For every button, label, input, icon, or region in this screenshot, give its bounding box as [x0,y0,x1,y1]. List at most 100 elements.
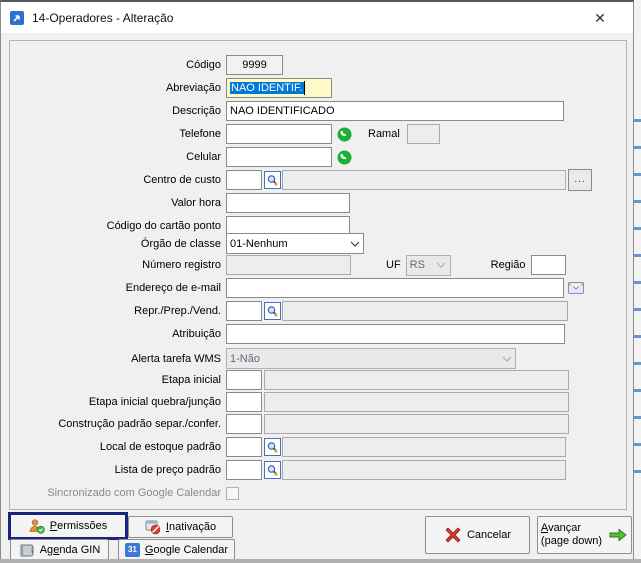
etapa-inicial-label: Etapa inicial [161,374,221,386]
lista-preco-code-field[interactable] [226,460,262,480]
permissoes-button[interactable]: Permissões [11,515,125,537]
valor-hora-label: Valor hora [171,197,221,209]
row-centro-custo: Centro de custo ... [1,169,631,191]
telefone-field[interactable] [226,124,332,144]
etapa-inicial-code-field[interactable] [226,370,262,390]
etapa-inicial-description-field [264,370,569,390]
row-etapa-quebra: Etapa inicial quebra/junção [1,392,631,412]
chevron-down-icon [346,234,363,253]
permissoes-button-label: Permissões [49,520,108,532]
chevron-down-icon [433,256,450,275]
repr-code-field[interactable] [226,301,262,321]
abreviacao-field[interactable]: NAO IDENTIF. [226,78,332,98]
operators-dialog: 14-Operadores - Alteração ✕ Código 9999 … [0,0,634,559]
row-abreviacao: Abreviação NAO IDENTIF. [1,78,631,98]
form-area: Código 9999 Abreviação NAO IDENTIF. Desc… [1,33,633,559]
lista-preco-lookup-button[interactable] [264,461,281,479]
whatsapp-icon[interactable] [337,127,352,142]
row-sincronizado: Sincronizado com Google Calendar [1,483,631,503]
alerta-wms-label: Alerta tarefa WMS [131,352,221,365]
email-field[interactable] [226,278,564,298]
local-estoque-lookup-button[interactable] [264,438,281,456]
user-check-icon [29,519,45,534]
background-app-lines [634,95,641,475]
row-etapa-inicial: Etapa inicial [1,370,631,390]
sincronizado-label: Sincronizado com Google Calendar [47,487,221,499]
etapa-quebra-description-field [264,392,569,412]
local-estoque-code-field[interactable] [226,437,262,457]
abreviacao-label: Abreviação [165,82,221,94]
row-local-estoque: Local de estoque padrão [1,437,631,457]
agenda-gin-button-label: Agenda GIN [39,543,101,556]
orgao-classe-value: 01-Nenhum [230,237,288,250]
row-repr: Repr./Prep./Vend. [1,301,631,321]
google-calendar-button-label: Google Calendar [144,543,229,556]
construcao-label: Construção padrão separ./confer. [58,418,221,430]
lista-preco-description-field [282,460,566,480]
whatsapp-icon[interactable] [337,150,352,165]
uf-label: UF [386,259,401,271]
centro-custo-more-button[interactable]: ... [568,169,592,191]
orgao-classe-label: Órgão de classe [140,237,221,250]
app-icon [10,10,24,25]
numero-registro-field [226,255,351,275]
construcao-description-field [264,414,569,434]
uf-select: RS [405,254,451,276]
row-alerta-wms: Alerta tarefa WMS 1-Não [1,347,631,370]
chevron-down-icon [498,349,515,368]
email-label: Endereço de e-mail [125,282,221,294]
magnifier-icon [267,441,278,453]
ramal-label: Ramal [368,128,400,140]
agenda-gin-button[interactable]: Agenda GIN [10,539,109,560]
celular-field[interactable] [226,147,332,167]
repr-label: Repr./Prep./Vend. [134,305,221,317]
row-orgao-classe: Órgão de classe 01-Nenhum [1,232,631,255]
inativacao-button[interactable]: Inativação [128,516,233,538]
valor-hora-field[interactable] [226,193,350,213]
window-title: 14-Operadores - Alteração [32,10,174,25]
descricao-label: Descrição [172,105,221,117]
lista-preco-label: Lista de preço padrão [114,464,221,476]
address-book-icon [20,544,34,556]
row-telefone: Telefone Ramal [1,124,631,144]
regiao-field[interactable] [530,255,566,275]
inactivation-icon [145,520,161,535]
calendar-31-icon: 31 [124,542,140,557]
regiao-label: Região [490,259,526,271]
construcao-code-field[interactable] [226,414,262,434]
text-caret [303,81,305,95]
magnifier-icon [267,305,278,317]
orgao-classe-select[interactable]: 01-Nenhum [226,233,364,254]
close-icon[interactable]: ✕ [589,8,611,28]
row-atribuicao: Atribuição [1,324,631,344]
avancar-button[interactable]: Avançar (page down) [537,516,632,554]
centro-custo-code-field[interactable] [226,170,262,190]
red-x-icon [445,527,461,543]
cancelar-button-label: Cancelar [466,529,512,541]
cancelar-button[interactable]: Cancelar [425,516,530,554]
google-calendar-button[interactable]: 31 Google Calendar [118,539,235,560]
centro-custo-label: Centro de custo [143,174,221,186]
telefone-label: Telefone [179,128,221,140]
dialog-bottom-edge [0,559,641,563]
atribuicao-field[interactable] [226,324,565,344]
row-construcao: Construção padrão separ./confer. [1,414,631,434]
codigo-label: Código [186,59,221,71]
codigo-field[interactable]: 9999 [226,55,283,75]
magnifier-icon [267,464,278,476]
row-codigo: Código 9999 [1,55,631,75]
selected-text: NAO IDENTIF. [230,82,304,94]
repr-lookup-button[interactable] [264,302,281,320]
screen: 14-Operadores - Alteração ✕ Código 9999 … [0,0,641,563]
sincronizado-checkbox [226,486,239,500]
titlebar[interactable]: 14-Operadores - Alteração ✕ [1,2,633,33]
inativacao-button-label: Inativação [165,521,217,533]
atribuicao-label: Atribuição [172,328,221,340]
centro-custo-lookup-button[interactable] [264,171,281,189]
etapa-quebra-code-field[interactable] [226,392,262,412]
row-numero-registro: Número registro UF RS Região [1,254,631,276]
descricao-field[interactable]: NAO IDENTIFICADO [226,101,564,121]
celular-label: Celular [186,151,221,163]
envelope-icon[interactable] [568,282,584,294]
local-estoque-description-field [282,437,566,457]
